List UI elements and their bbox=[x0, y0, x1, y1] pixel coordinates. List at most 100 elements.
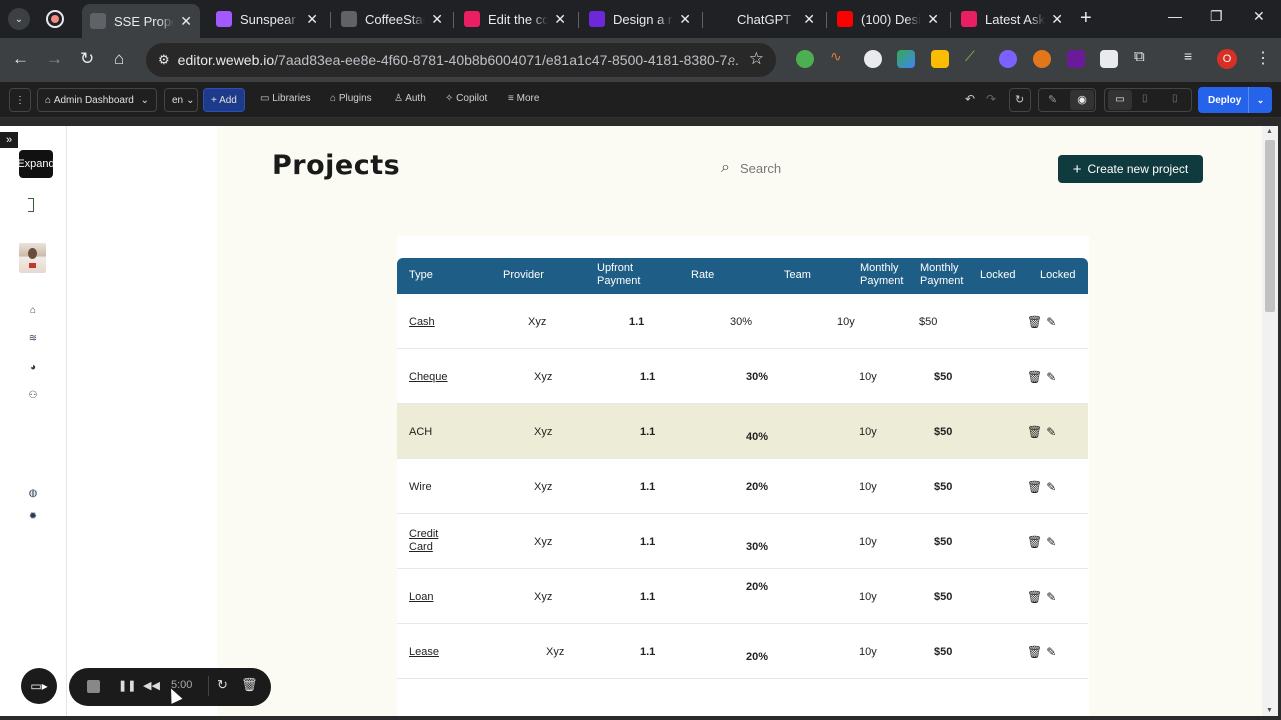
deploy-chevron-icon[interactable]: ⌄ bbox=[1248, 87, 1272, 113]
edit-preview-toggle[interactable]: ✎ ◉ bbox=[1038, 88, 1096, 112]
extension-squiggle-icon[interactable]: ∿ bbox=[830, 48, 848, 66]
tab-search-chevron-icon[interactable]: ⌄ bbox=[8, 8, 30, 30]
table-row[interactable]: ACH Xyz 1.1 40% 10y $50 🗑 ✎ bbox=[397, 404, 1088, 459]
table-row[interactable]: Credit Card Xyz 1.1 30% 10y $50 🗑 ✎ bbox=[397, 514, 1088, 569]
browser-menu-icon[interactable]: ⋮ bbox=[1255, 48, 1271, 68]
edit-icon[interactable]: ✎ bbox=[1046, 535, 1056, 549]
tab-close-icon[interactable]: ✕ bbox=[1051, 11, 1063, 28]
edit-icon[interactable]: ✎ bbox=[1046, 315, 1056, 329]
redo-icon[interactable]: ↷ bbox=[986, 92, 996, 106]
table-row[interactable]: Loan Xyz 1.1 20% 10y $50 🗑 ✎ bbox=[397, 569, 1088, 624]
cell-type[interactable]: Lease bbox=[409, 646, 439, 659]
libraries-link[interactable]: ▭ Libraries bbox=[260, 93, 311, 104]
browser-tab[interactable]: ChatGPT ✕ bbox=[705, 4, 823, 34]
extension-cloud-icon[interactable] bbox=[999, 50, 1017, 68]
tablet-icon[interactable]: ▯ bbox=[1142, 93, 1148, 104]
browser-tab[interactable]: Edit the col ✕ bbox=[456, 4, 574, 34]
vertical-scrollbar[interactable]: ▲ ▼ bbox=[1262, 126, 1278, 716]
tab-close-icon[interactable]: ✕ bbox=[431, 11, 443, 28]
extension-grid-icon[interactable] bbox=[1100, 50, 1118, 68]
stop-recording-button[interactable] bbox=[87, 680, 100, 693]
tab-close-icon[interactable]: ✕ bbox=[679, 11, 691, 28]
table-row[interactable]: Lease Xyz 1.1 20% 10y $50 🗑 ✎ bbox=[397, 624, 1088, 679]
editor-menu-icon[interactable]: ⋮ bbox=[9, 88, 31, 112]
browser-tab[interactable]: (100) Desig ✕ bbox=[829, 4, 947, 34]
deploy-button[interactable]: Deploy ⌄ bbox=[1198, 87, 1272, 113]
scroll-up-icon[interactable]: ▲ bbox=[1266, 128, 1273, 135]
create-new-project-button[interactable]: + Create new project bbox=[1058, 155, 1203, 183]
rewind-icon[interactable]: ◀◀ bbox=[143, 679, 160, 692]
pie-chart-icon[interactable]: ◕ bbox=[27, 361, 39, 373]
tab-close-icon[interactable]: ✕ bbox=[180, 13, 192, 30]
globe-icon[interactable]: ◍ bbox=[27, 487, 39, 499]
edit-icon[interactable]: ✎ bbox=[1046, 425, 1056, 439]
new-tab-button[interactable]: + bbox=[1080, 8, 1092, 28]
eye-icon[interactable]: ◉ bbox=[1070, 90, 1094, 110]
zoom-icon[interactable]: ⌕ bbox=[728, 51, 736, 68]
language-select[interactable]: en ⌄ bbox=[164, 88, 198, 112]
edit-icon[interactable]: ✎ bbox=[1046, 645, 1056, 659]
edit-icon[interactable]: ✎ bbox=[1046, 480, 1056, 494]
pencil-icon[interactable]: ✎ bbox=[1048, 93, 1057, 106]
url-text[interactable]: editor.weweb.io/7aad83ea-ee8e-4f60-8781-… bbox=[178, 52, 739, 68]
cell-type[interactable]: ACH bbox=[409, 426, 432, 439]
pause-icon[interactable]: ❚❚ bbox=[118, 679, 136, 692]
extension-maps-icon[interactable] bbox=[897, 50, 915, 68]
add-button[interactable]: + Add bbox=[203, 88, 245, 112]
minimize-icon[interactable]: — bbox=[1168, 8, 1182, 24]
delete-icon[interactable]: 🗑 bbox=[1027, 535, 1042, 549]
cell-type[interactable]: Loan bbox=[409, 591, 433, 604]
tab-close-icon[interactable]: ✕ bbox=[306, 11, 318, 28]
table-row[interactable]: Cheque Xyz 1.1 30% 10y $50 🗑 ✎ bbox=[397, 349, 1088, 404]
forward-icon[interactable]: → bbox=[46, 49, 63, 69]
extension-location-icon[interactable] bbox=[796, 50, 814, 68]
browser-tab[interactable]: SSE Propos ✕ bbox=[82, 4, 200, 38]
delete-icon[interactable]: 🗑 bbox=[1027, 370, 1042, 384]
layers-icon[interactable]: ≋ bbox=[27, 332, 39, 344]
edit-icon[interactable]: ✎ bbox=[1046, 370, 1056, 384]
breakpoint-switcher[interactable]: ▭ ▯ ▯ bbox=[1104, 88, 1192, 112]
extension-graph-icon[interactable]: ⟋ bbox=[965, 48, 983, 66]
extensions-puzzle-icon[interactable]: ⧉ bbox=[1134, 48, 1152, 66]
users-icon[interactable]: ⚇ bbox=[27, 389, 39, 401]
tab-close-icon[interactable]: ✕ bbox=[803, 11, 815, 28]
user-avatar[interactable] bbox=[19, 243, 46, 273]
extension-chart-icon[interactable] bbox=[864, 50, 882, 68]
browser-tab[interactable]: CoffeeStack ✕ bbox=[333, 4, 451, 34]
delete-recording-icon[interactable]: 🗑 bbox=[241, 677, 258, 693]
restore-icon[interactable]: ❐ bbox=[1210, 8, 1223, 25]
extension-warning-icon[interactable] bbox=[931, 50, 949, 68]
auth-link[interactable]: ♙ Auth bbox=[394, 93, 426, 104]
edit-icon[interactable]: ✎ bbox=[1046, 590, 1056, 604]
panel-expand-icon[interactable]: » bbox=[0, 132, 18, 148]
scroll-down-icon[interactable]: ▼ bbox=[1266, 707, 1273, 714]
delete-icon[interactable]: 🗑 bbox=[1027, 645, 1042, 659]
cell-type[interactable]: Cash bbox=[409, 316, 435, 329]
extension-badge-icon[interactable] bbox=[1067, 50, 1085, 68]
more-link[interactable]: ≡ More bbox=[508, 93, 539, 104]
browser-tab[interactable]: Latest Ask ✕ bbox=[953, 4, 1071, 34]
project-select[interactable]: ⌂ Admin Dashboard ⌄ bbox=[37, 88, 157, 112]
delete-icon[interactable]: 🗑 bbox=[1027, 425, 1042, 439]
delete-icon[interactable]: 🗑 bbox=[1027, 480, 1042, 494]
table-row[interactable]: Wire Xyz 1.1 20% 10y $50 🗑 ✎ bbox=[397, 459, 1088, 514]
extension-fox-icon[interactable] bbox=[1033, 50, 1051, 68]
restart-icon[interactable]: ↻ bbox=[217, 677, 228, 693]
browser-tab[interactable]: Sunspear U ✕ bbox=[208, 4, 326, 34]
search-box[interactable]: ⌕ Search bbox=[713, 148, 1023, 188]
refresh-button[interactable]: ↻ bbox=[1009, 88, 1031, 112]
delete-icon[interactable]: 🗑 bbox=[1027, 315, 1042, 329]
site-settings-icon[interactable]: ⚙ bbox=[158, 52, 170, 68]
home-icon[interactable]: ⌂ bbox=[114, 49, 124, 69]
tab-close-icon[interactable]: ✕ bbox=[927, 11, 939, 28]
settings-icon[interactable]: ✹ bbox=[27, 510, 39, 522]
search-input[interactable]: Search bbox=[740, 161, 781, 176]
profile-avatar[interactable]: O bbox=[1217, 49, 1237, 69]
mobile-icon[interactable]: ▯ bbox=[1172, 93, 1178, 104]
home-icon[interactable]: ⌂ bbox=[27, 304, 39, 316]
scrollbar-thumb[interactable] bbox=[1265, 140, 1275, 312]
desktop-icon[interactable]: ▭ bbox=[1108, 90, 1132, 110]
browser-tab[interactable]: Design a re ✕ bbox=[581, 4, 699, 34]
reload-icon[interactable]: ↻ bbox=[80, 49, 94, 69]
window-close-icon[interactable]: ✕ bbox=[1253, 8, 1265, 25]
